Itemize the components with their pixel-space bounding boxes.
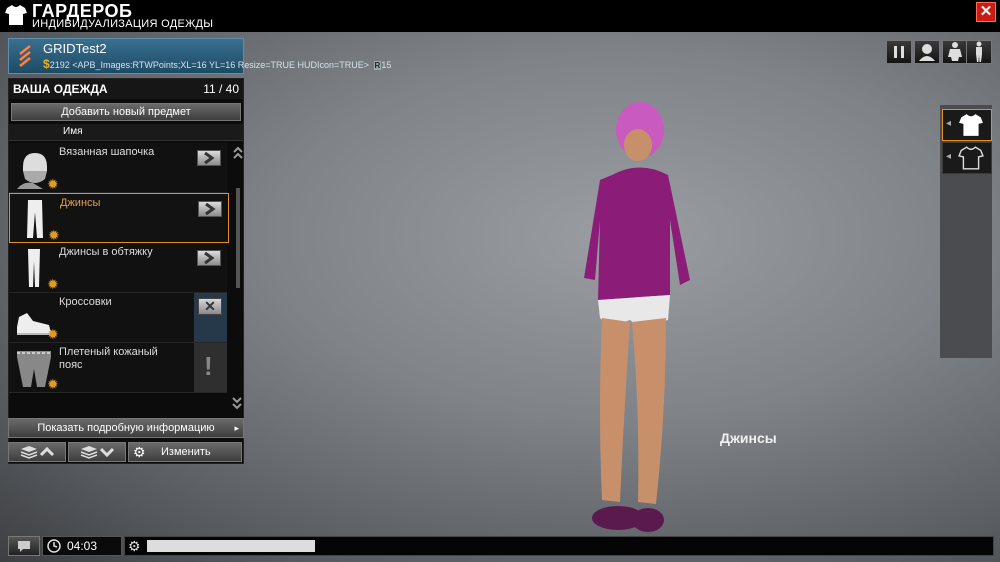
progress-fill <box>147 540 315 552</box>
gear-icon[interactable]: ✹ <box>47 327 59 341</box>
list-item[interactable]: ✹ Вязанная шапочка <box>9 143 227 193</box>
chevron-right-icon <box>204 151 215 165</box>
user-panel: GRIDTest2 $2192 <APB_Images:RTWPoints;XL… <box>8 38 391 74</box>
locked-column: ! <box>194 343 227 392</box>
chevron-right-icon <box>205 202 216 216</box>
stack-down-icon <box>80 446 115 459</box>
wardrobe-header: ВАША ОДЕЖДА 11 / 40 <box>9 79 243 99</box>
equip-arrow-button[interactable] <box>197 250 221 266</box>
clock-icon <box>47 539 61 553</box>
list-item-selected[interactable]: ✹ Джинсы <box>9 193 229 243</box>
user-name: GRIDTest2 <box>43 41 107 56</box>
wardrobe-title: ВАША ОДЕЖДА <box>13 82 108 96</box>
list-item[interactable]: ✹ Кроссовки ✕ <box>9 293 227 343</box>
stack-up-icon <box>20 446 55 459</box>
show-details-label: Показать подробную информацию <box>37 422 215 434</box>
edit-button[interactable]: ⚙ Изменить <box>128 442 242 462</box>
pause-icon <box>894 46 904 58</box>
head-view-button[interactable] <box>914 40 940 64</box>
stack-down-button[interactable] <box>68 442 126 462</box>
gear-icon[interactable]: ✹ <box>47 177 59 191</box>
points-text: 2192 <APB_Images:RTWPoints;XL=16 YL=16 R… <box>49 60 370 70</box>
rank-level: 15 <box>381 60 392 70</box>
list-scrollbar[interactable] <box>233 143 243 395</box>
stack-up-button[interactable] <box>8 442 66 462</box>
wardrobe-count: 11 / 40 <box>203 82 239 96</box>
chat-icon <box>18 541 30 552</box>
shirt-outline-icon <box>958 146 984 170</box>
shirt-icon <box>5 5 27 25</box>
scroll-down-icon[interactable] <box>232 395 242 413</box>
warning-icon: ! <box>204 351 213 381</box>
show-details-button[interactable]: Показать подробную информацию ▸ <box>8 418 244 438</box>
remove-item-button[interactable]: ✕ <box>198 298 222 315</box>
add-item-button[interactable]: Добавить новый предмет <box>11 103 241 121</box>
scroll-thumb[interactable] <box>236 188 240 288</box>
window-subtitle: ИНДИВИДУАЛИЗАЦИЯ ОДЕЖДЫ <box>32 18 214 30</box>
shirt-filled-icon <box>959 114 983 136</box>
full-body-view-button[interactable] <box>966 40 992 64</box>
equip-arrow-button[interactable] <box>198 201 222 217</box>
chevron-right-icon: ▸ <box>234 423 239 433</box>
equip-arrow-button[interactable] <box>197 150 221 166</box>
head-view-icon <box>919 44 935 61</box>
gear-icon: ⚙ <box>128 538 141 554</box>
item-name: Джинсы <box>60 197 101 209</box>
chat-button[interactable] <box>8 536 40 556</box>
body-view-button[interactable] <box>942 40 968 64</box>
column-header[interactable]: Имя <box>9 124 243 141</box>
character-model[interactable] <box>520 90 720 540</box>
close-button[interactable]: ✕ <box>976 2 996 22</box>
item-name: Кроссовки <box>59 296 112 308</box>
slot-shirt[interactable]: ◂ <box>942 142 992 174</box>
clock-display: 04:03 <box>42 536 122 556</box>
currency-icon: $ <box>43 57 50 71</box>
chevron-right-icon <box>204 251 215 265</box>
user-points: $2192 <APB_Images:RTWPoints;XL=16 YL=16 … <box>43 57 391 71</box>
gear-icon[interactable]: ✹ <box>48 228 60 242</box>
item-name: Вязанная шапочка <box>59 146 155 158</box>
rank-icon <box>19 44 31 68</box>
body-view-icon <box>948 42 962 61</box>
full-body-view-icon <box>976 41 982 62</box>
pause-button[interactable] <box>886 40 912 64</box>
progress-bar: ⚙ <box>124 536 994 556</box>
list-item[interactable]: ✹ Джинсы в обтяжку <box>9 243 227 293</box>
list-item[interactable]: ✹ Плетеный кожаный пояс ! <box>9 343 227 393</box>
remove-column: ✕ <box>194 293 227 342</box>
clock-time: 04:03 <box>67 539 98 553</box>
clothing-list: ✹ Вязанная шапочка ✹ Джинсы ✹ Джинсы в о… <box>9 143 233 395</box>
item-name: Джинсы в обтяжку <box>59 246 153 258</box>
scroll-up-icon[interactable] <box>233 145 243 161</box>
status-bar: 04:03 ⚙ <box>0 536 1000 562</box>
gear-icon[interactable]: ✹ <box>47 277 59 291</box>
item-name: Плетеный кожаный пояс <box>59 346 158 371</box>
slot-shirt-active[interactable]: ◂ <box>942 109 992 141</box>
wardrobe-panel: ВАША ОДЕЖДА 11 / 40 Добавить новый предм… <box>8 78 244 464</box>
column-name-label: Имя <box>63 126 83 137</box>
edit-label: Изменить <box>161 446 211 458</box>
chevron-left-icon: ◂ <box>946 118 952 129</box>
gear-icon[interactable]: ✹ <box>47 377 59 391</box>
title-bar: ГАРДЕРОБ ИНДИВИДУАЛИЗАЦИЯ ОДЕЖДЫ ✕ <box>0 0 1000 32</box>
gear-icon: ⚙ <box>133 444 146 460</box>
selected-item-label: Джинсы <box>720 430 777 446</box>
chevron-left-icon: ◂ <box>946 151 952 162</box>
